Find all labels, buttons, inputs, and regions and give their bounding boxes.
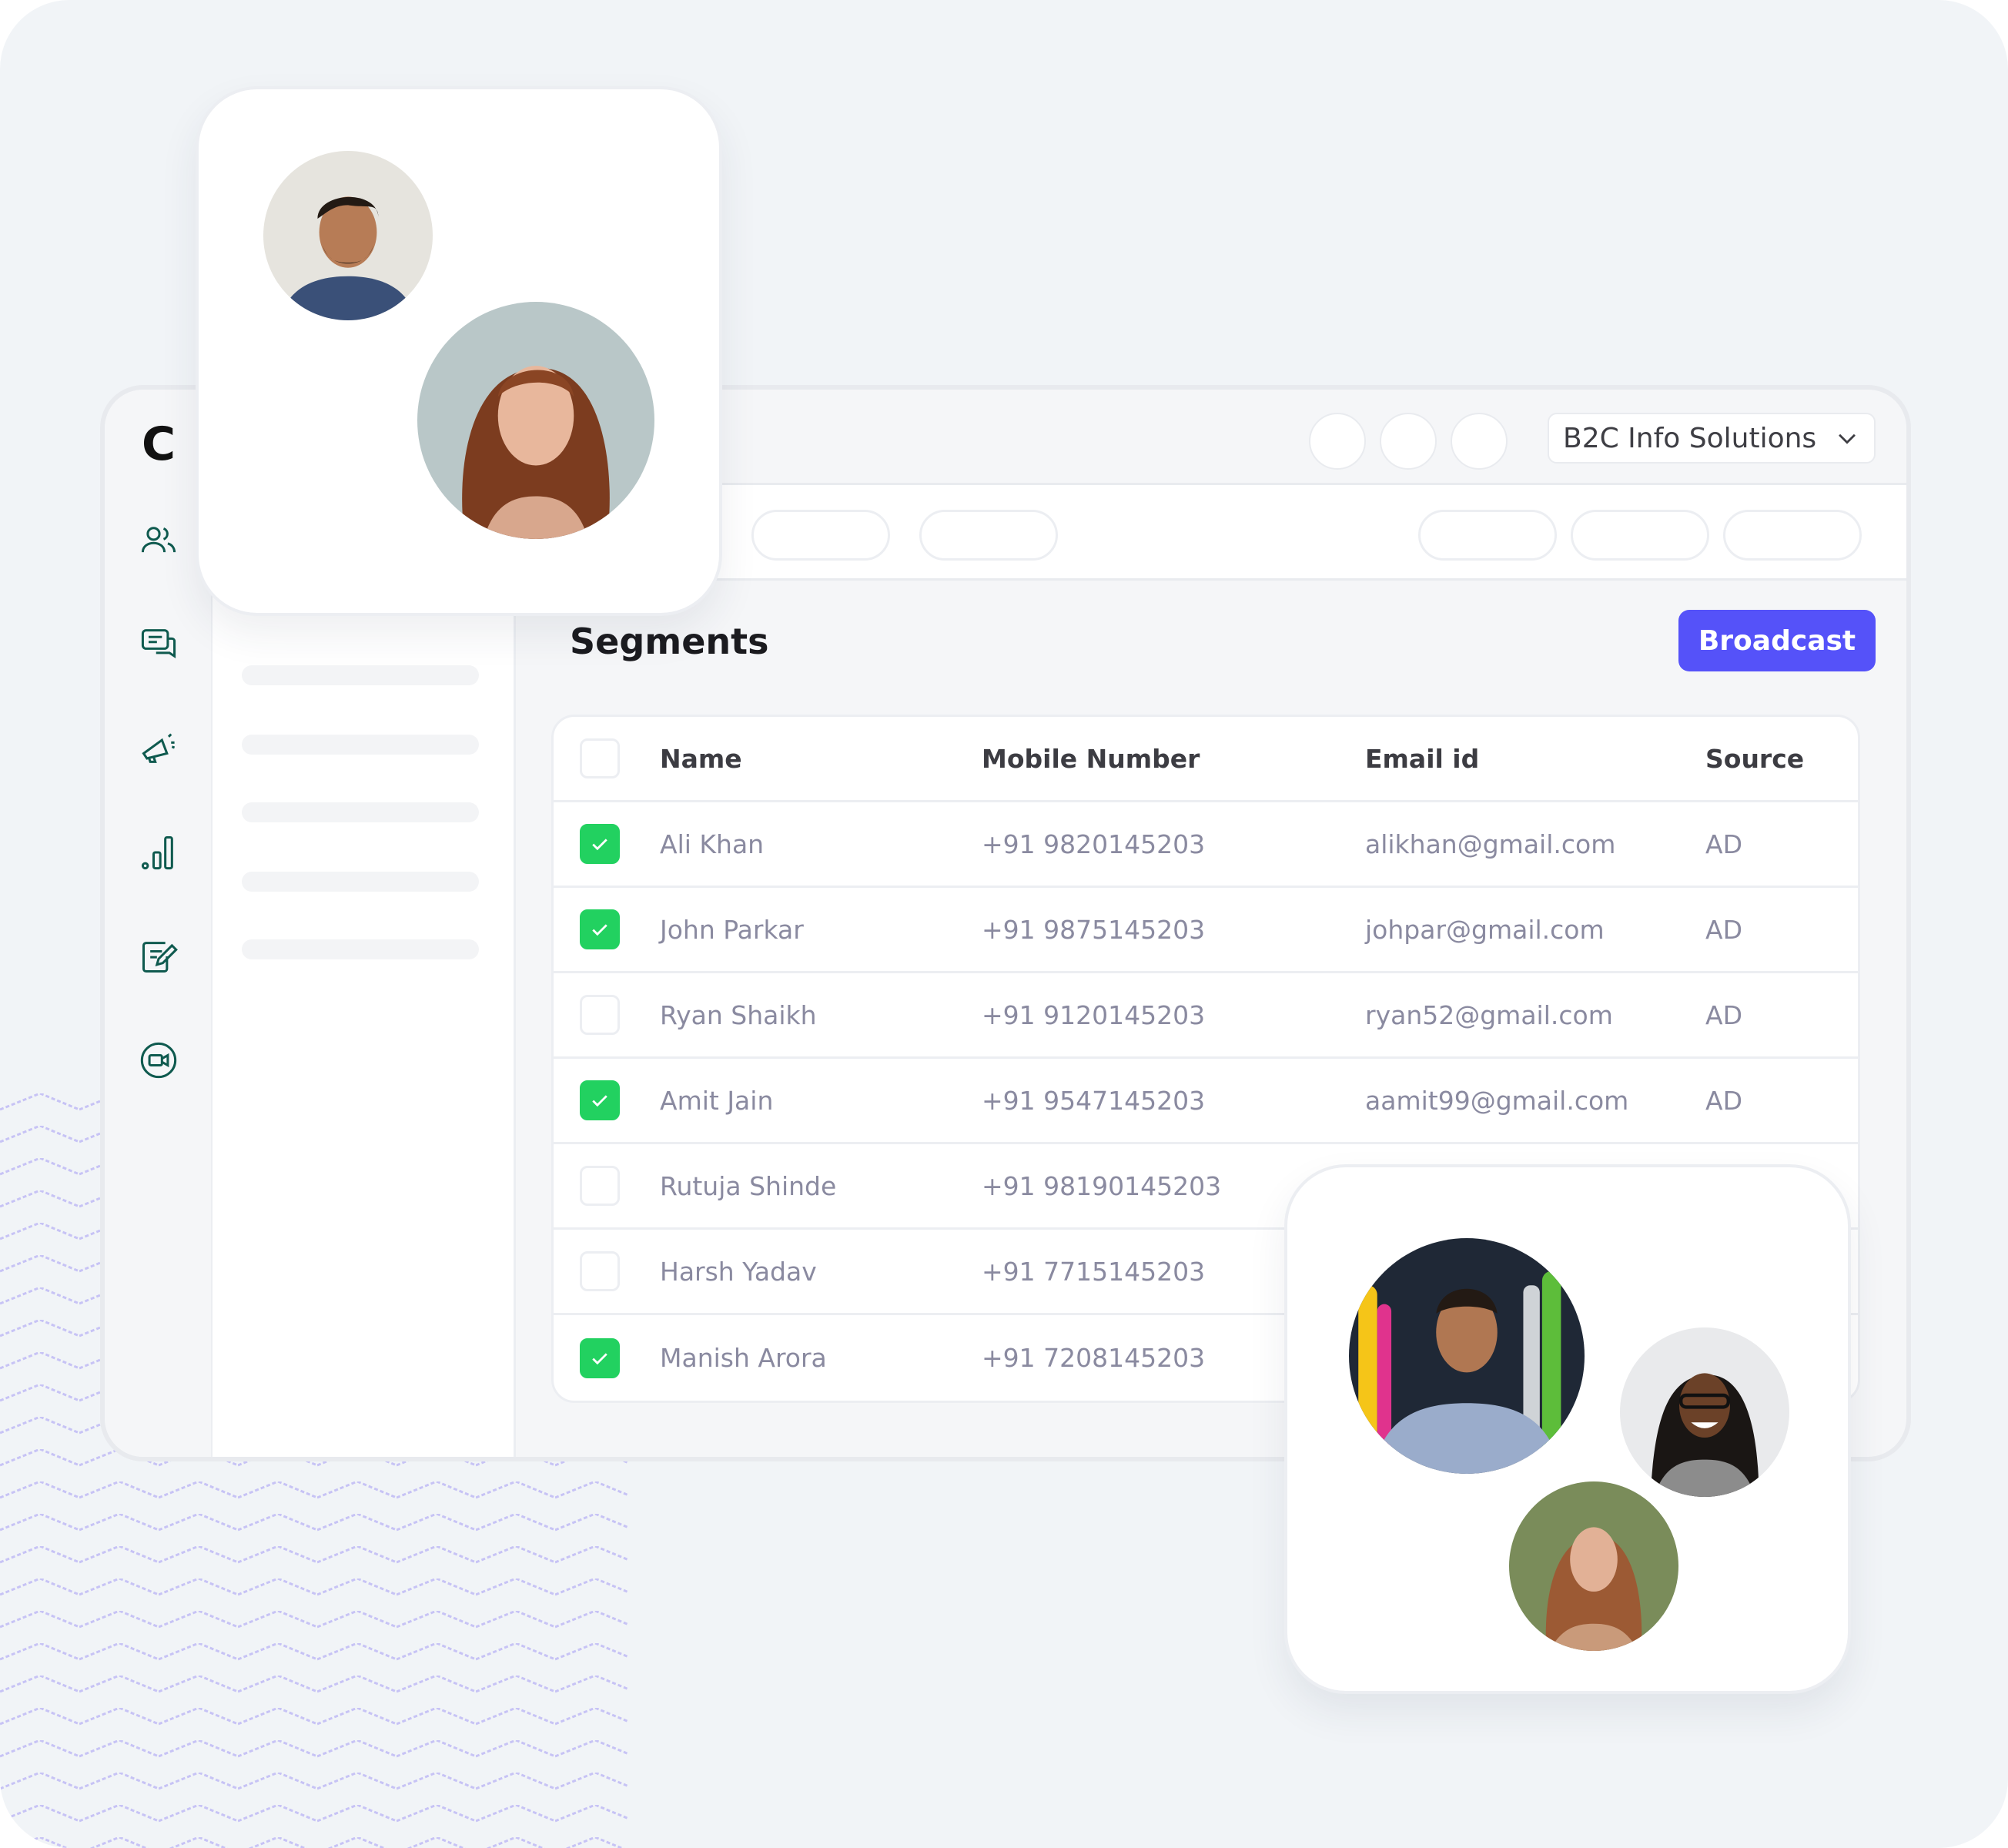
- cell-name: John Parkar: [660, 914, 804, 945]
- cell-source: AD: [1705, 914, 1742, 945]
- chevron-down-icon: [1839, 434, 1856, 444]
- header-action-1-button[interactable]: [1309, 413, 1366, 470]
- row-checkbox[interactable]: [580, 995, 620, 1035]
- avatar: [1509, 1481, 1678, 1651]
- table-row[interactable]: John Parkar +91 9875145203 johpar@gmail.co…: [554, 888, 1858, 973]
- select-all-checkbox[interactable]: [580, 738, 620, 778]
- avatar-card-bottom: [1284, 1164, 1851, 1694]
- avatar: [263, 151, 433, 320]
- video-icon[interactable]: [139, 1040, 179, 1080]
- cell-name: Ali Khan: [660, 829, 765, 859]
- cell-name: Ryan Shaikh: [660, 999, 817, 1030]
- cell-mobile: +91 9820145203: [982, 829, 1206, 859]
- header-action-3-button[interactable]: [1451, 413, 1508, 470]
- megaphone-icon[interactable]: [139, 728, 179, 768]
- avatar: [417, 302, 654, 539]
- row-checkbox[interactable]: [580, 824, 620, 864]
- avatar: [1349, 1238, 1585, 1474]
- submenu-item-skeleton[interactable]: [242, 665, 479, 685]
- chat-icon[interactable]: [139, 624, 179, 665]
- cell-mobile: +91 7208145203: [982, 1343, 1206, 1373]
- row-checkbox[interactable]: [580, 909, 620, 949]
- table-header-row: Name Mobile Number Email id Source: [554, 717, 1858, 802]
- organization-select[interactable]: B2C Info Solutions: [1548, 413, 1876, 464]
- tab-placeholder-3[interactable]: [1418, 510, 1557, 561]
- cell-name: Rutuja Shinde: [660, 1170, 837, 1201]
- cell-name: Harsh Yadav: [660, 1256, 817, 1287]
- column-header-name[interactable]: Name: [660, 744, 742, 774]
- cell-source: AD: [1705, 999, 1742, 1030]
- row-checkbox[interactable]: [580, 1166, 620, 1206]
- column-header-source[interactable]: Source: [1705, 744, 1804, 774]
- submenu-item-skeleton[interactable]: [242, 939, 479, 959]
- cell-mobile: +91 98190145203: [982, 1170, 1222, 1201]
- checkmark-icon: [592, 1095, 607, 1107]
- organization-select-value: B2C Info Solutions: [1563, 422, 1817, 454]
- checkmark-icon: [592, 1352, 607, 1364]
- column-header-email[interactable]: Email id: [1365, 744, 1479, 774]
- bar-chart-icon[interactable]: [139, 832, 179, 872]
- cell-name: Manish Arora: [660, 1343, 827, 1373]
- cell-email: johpar@gmail.com: [1365, 914, 1605, 945]
- page-title: Segments: [570, 621, 769, 662]
- cell-mobile: +91 9120145203: [982, 999, 1206, 1030]
- cell-mobile: +91 9547145203: [982, 1085, 1206, 1116]
- cell-source: AD: [1705, 829, 1742, 859]
- submenu-panel: [213, 581, 516, 1457]
- avatar-card-top: [196, 86, 722, 616]
- row-checkbox[interactable]: [580, 1251, 620, 1291]
- row-checkbox[interactable]: [580, 1080, 620, 1120]
- cell-name: Amit Jain: [660, 1085, 774, 1116]
- marketing-canvas: C B2C Info Solutions Segments Broadcast …: [0, 0, 2008, 1848]
- checkmark-icon: [592, 924, 607, 936]
- table-row[interactable]: Ryan Shaikh +91 9120145203 ryan52@gmail.co…: [554, 973, 1858, 1059]
- table-row[interactable]: Ali Khan +91 9820145203 alikhan@gmail.com A…: [554, 802, 1858, 888]
- cell-email: ryan52@gmail.com: [1365, 999, 1613, 1030]
- broadcast-button[interactable]: Broadcast: [1678, 610, 1876, 671]
- avatar: [1620, 1327, 1789, 1497]
- cell-source: AD: [1705, 1085, 1742, 1116]
- submenu-item-skeleton[interactable]: [242, 872, 479, 892]
- submenu-item-skeleton[interactable]: [242, 802, 479, 822]
- cell-mobile: +91 9875145203: [982, 914, 1206, 945]
- tab-placeholder-5[interactable]: [1723, 510, 1862, 561]
- table-row[interactable]: Amit Jain +91 9547145203 aamit99@gmail.com…: [554, 1059, 1858, 1144]
- tab-placeholder-2[interactable]: [919, 510, 1058, 561]
- header-action-2-button[interactable]: [1380, 413, 1437, 470]
- row-checkbox[interactable]: [580, 1337, 620, 1378]
- cell-mobile: +91 7715145203: [982, 1256, 1206, 1287]
- column-header-mobile[interactable]: Mobile Number: [982, 744, 1200, 774]
- checkmark-icon: [592, 839, 607, 851]
- cell-email: alikhan@gmail.com: [1365, 829, 1616, 859]
- users-icon[interactable]: [139, 521, 179, 561]
- cell-email: aamit99@gmail.com: [1365, 1085, 1629, 1116]
- tab-placeholder-4[interactable]: [1571, 510, 1709, 561]
- edit-note-icon[interactable]: [139, 936, 179, 976]
- app-logo: C: [142, 417, 176, 471]
- submenu-item-skeleton[interactable]: [242, 735, 479, 755]
- tab-placeholder-1[interactable]: [751, 510, 890, 561]
